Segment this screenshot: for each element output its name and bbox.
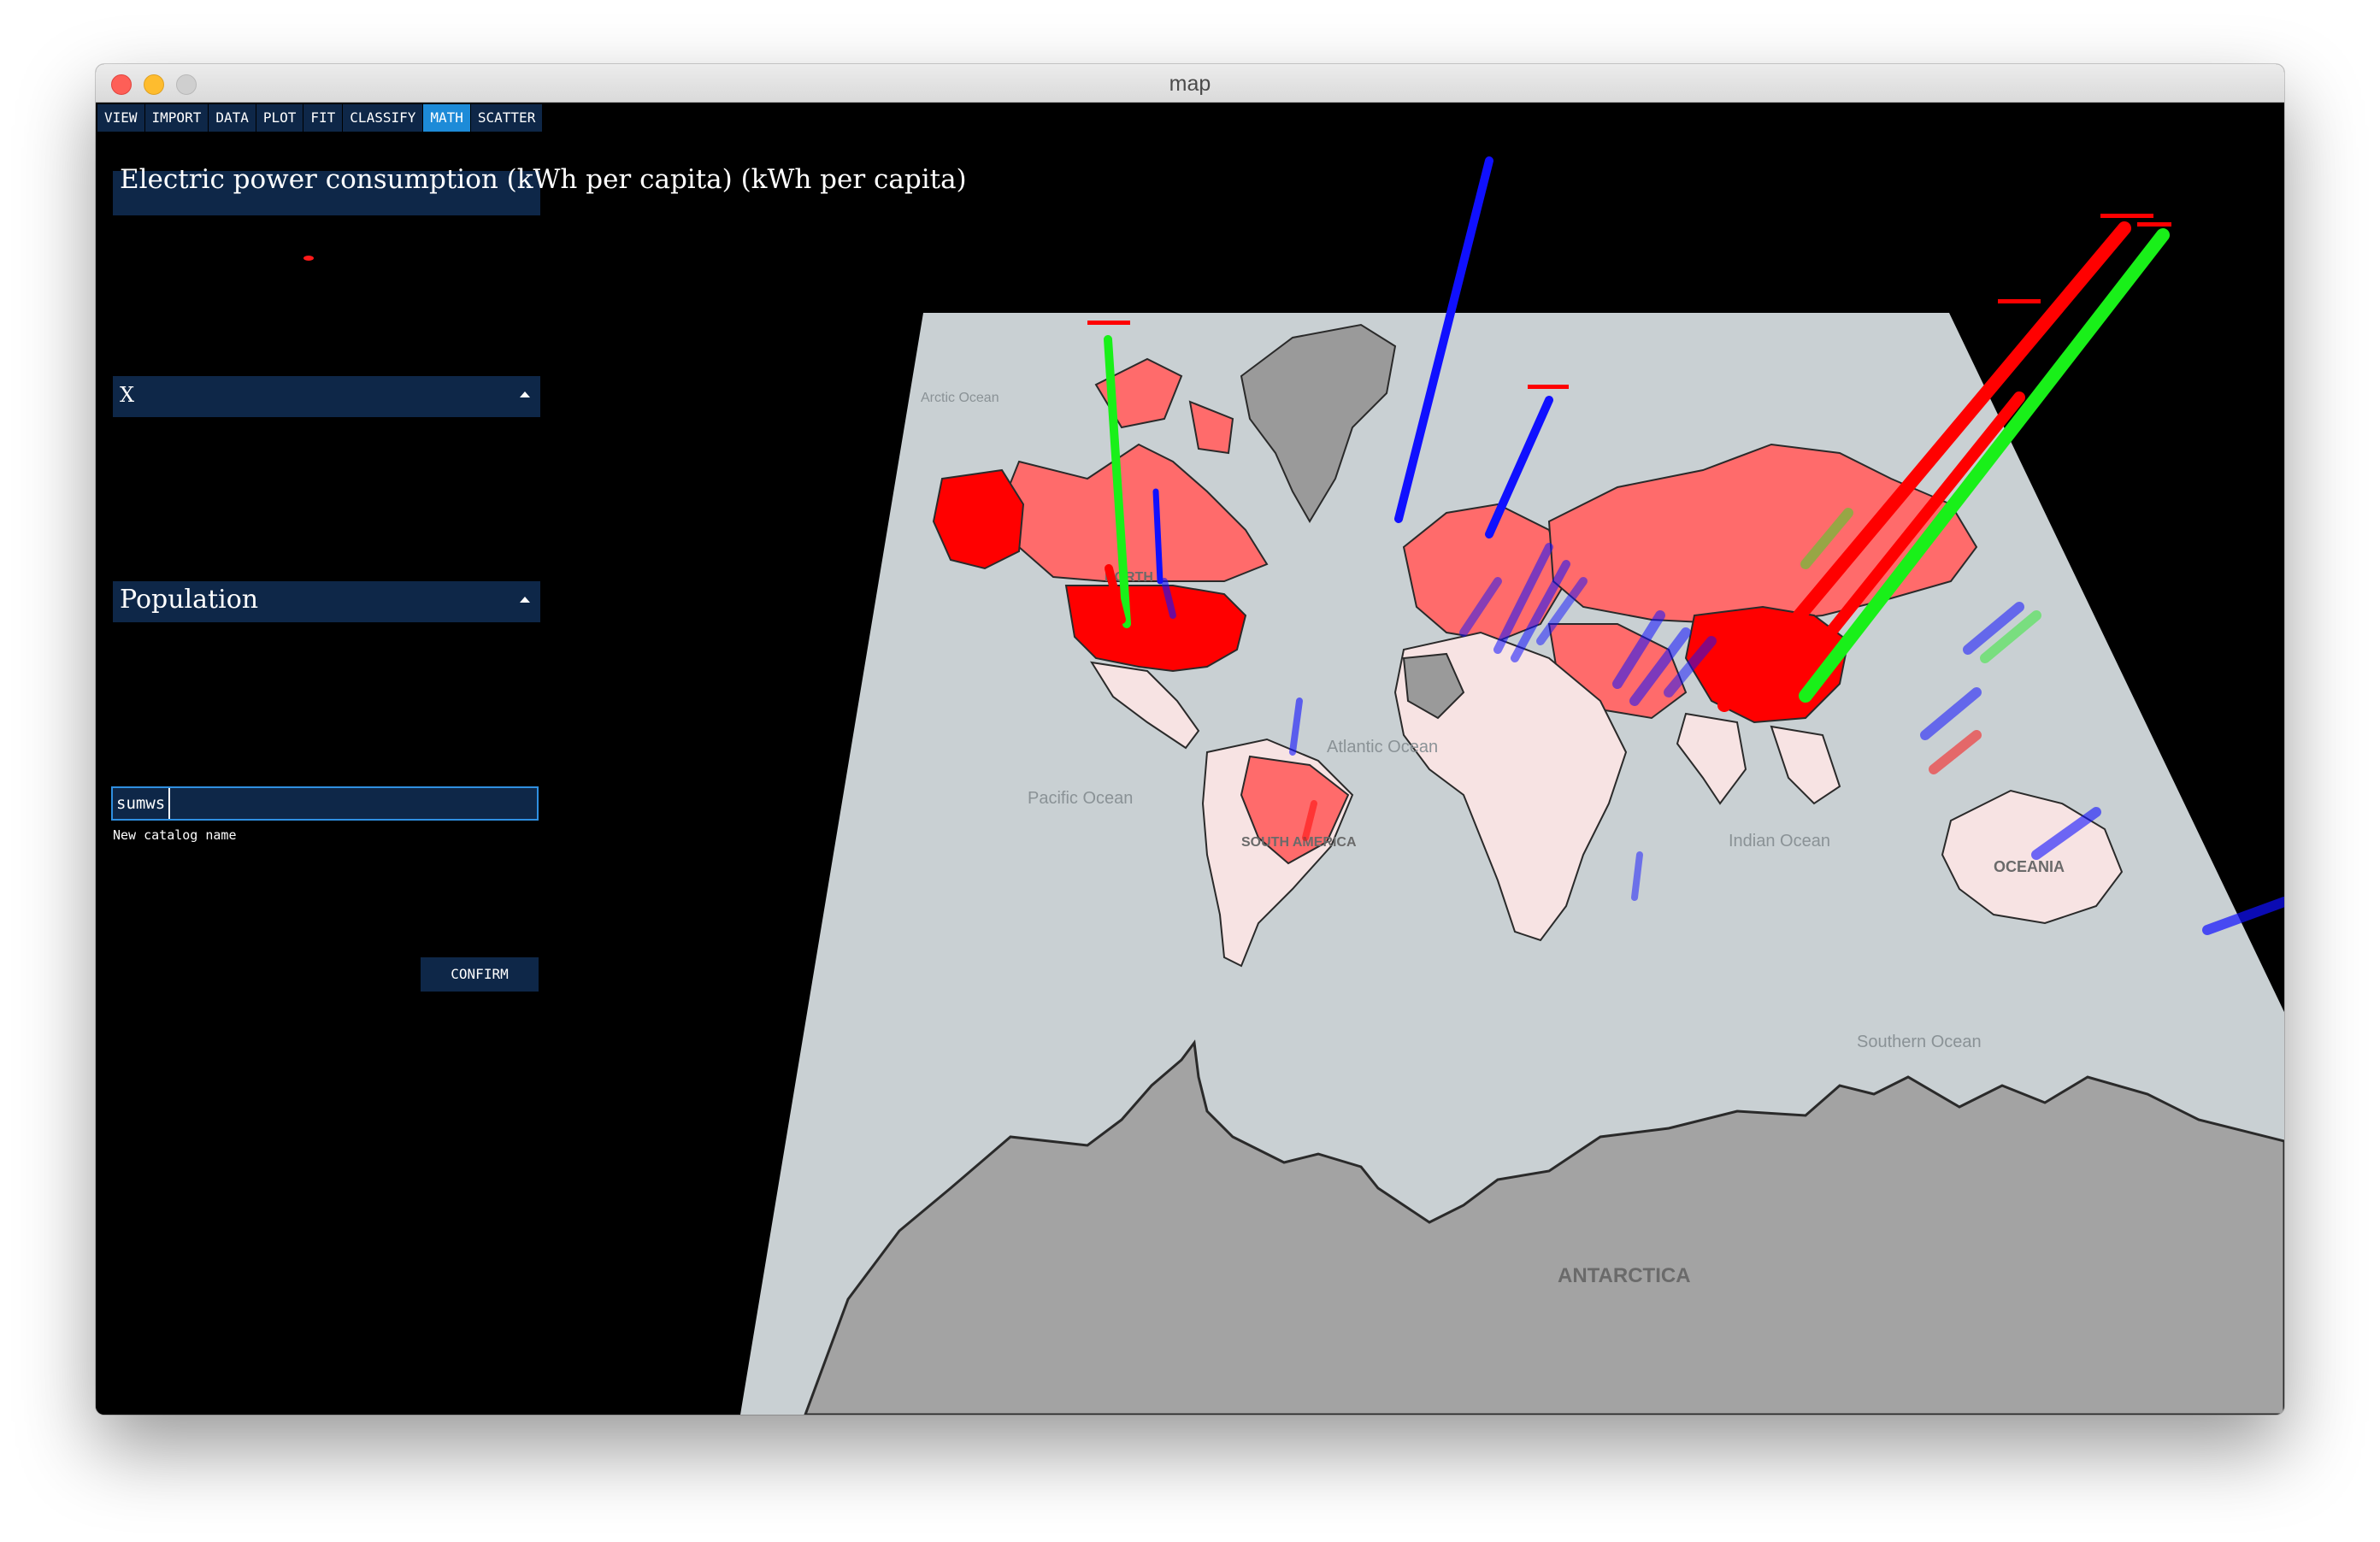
variable-title: Electric power consumption (kWh per capi… [120, 164, 967, 195]
red-marker [303, 256, 314, 261]
menu-import[interactable]: IMPORT [144, 104, 209, 132]
confirm-button[interactable]: CONFIRM [421, 957, 539, 992]
antarctica-label: ANTARCTICA [1558, 1264, 1691, 1287]
indian-ocean-label: Indian Ocean [1729, 832, 1830, 850]
menu-plot[interactable]: PLOT [256, 104, 303, 132]
pacific-ocean-label: Pacific Ocean [1028, 789, 1133, 808]
x-variable-select[interactable]: X [113, 376, 540, 417]
atlantic-ocean-label: Atlantic Ocean [1327, 738, 1438, 756]
map-3d-view[interactable]: ANTARCTICA Arctic Ocean Pacific Ocean At… [96, 103, 2284, 1415]
arctic-ocean-label: Arctic Ocean [921, 391, 999, 405]
menu-data[interactable]: DATA [209, 104, 256, 132]
menu-fit[interactable]: FIT [303, 104, 343, 132]
oceania-label: OCEANIA [1994, 858, 2065, 875]
window-title: map [1169, 72, 1211, 96]
title-bar: map [96, 64, 2284, 103]
caret-up-icon [520, 391, 530, 397]
main-menu-bar: VIEW IMPORT DATA PLOT FIT CLASSIFY MATH … [97, 104, 543, 132]
menu-classify[interactable]: CLASSIFY [343, 104, 423, 132]
alaska-region[interactable] [932, 468, 1025, 570]
menu-view[interactable]: VIEW [97, 104, 144, 132]
menu-math[interactable]: MATH [423, 104, 470, 132]
catalog-name-caption: New catalog name [113, 827, 237, 843]
app-window: map ANTARCTICA Arctic Ocean Pacific Ocea… [96, 64, 2284, 1415]
app-content: ANTARCTICA Arctic Ocean Pacific Ocean At… [96, 103, 2284, 1415]
catalog-name-value: sumws [113, 788, 171, 819]
x-variable-value: X [120, 383, 135, 407]
caret-up-icon [520, 597, 530, 603]
menu-scatter[interactable]: SCATTER [470, 104, 543, 132]
y-variable-value: Population [120, 585, 259, 615]
southern-ocean-label: Southern Ocean [1857, 1033, 1982, 1051]
south-america-label: SOUTH AMERICA [1241, 835, 1357, 850]
catalog-name-input[interactable]: sumws [111, 786, 539, 821]
y-variable-select[interactable]: Population [113, 581, 540, 622]
